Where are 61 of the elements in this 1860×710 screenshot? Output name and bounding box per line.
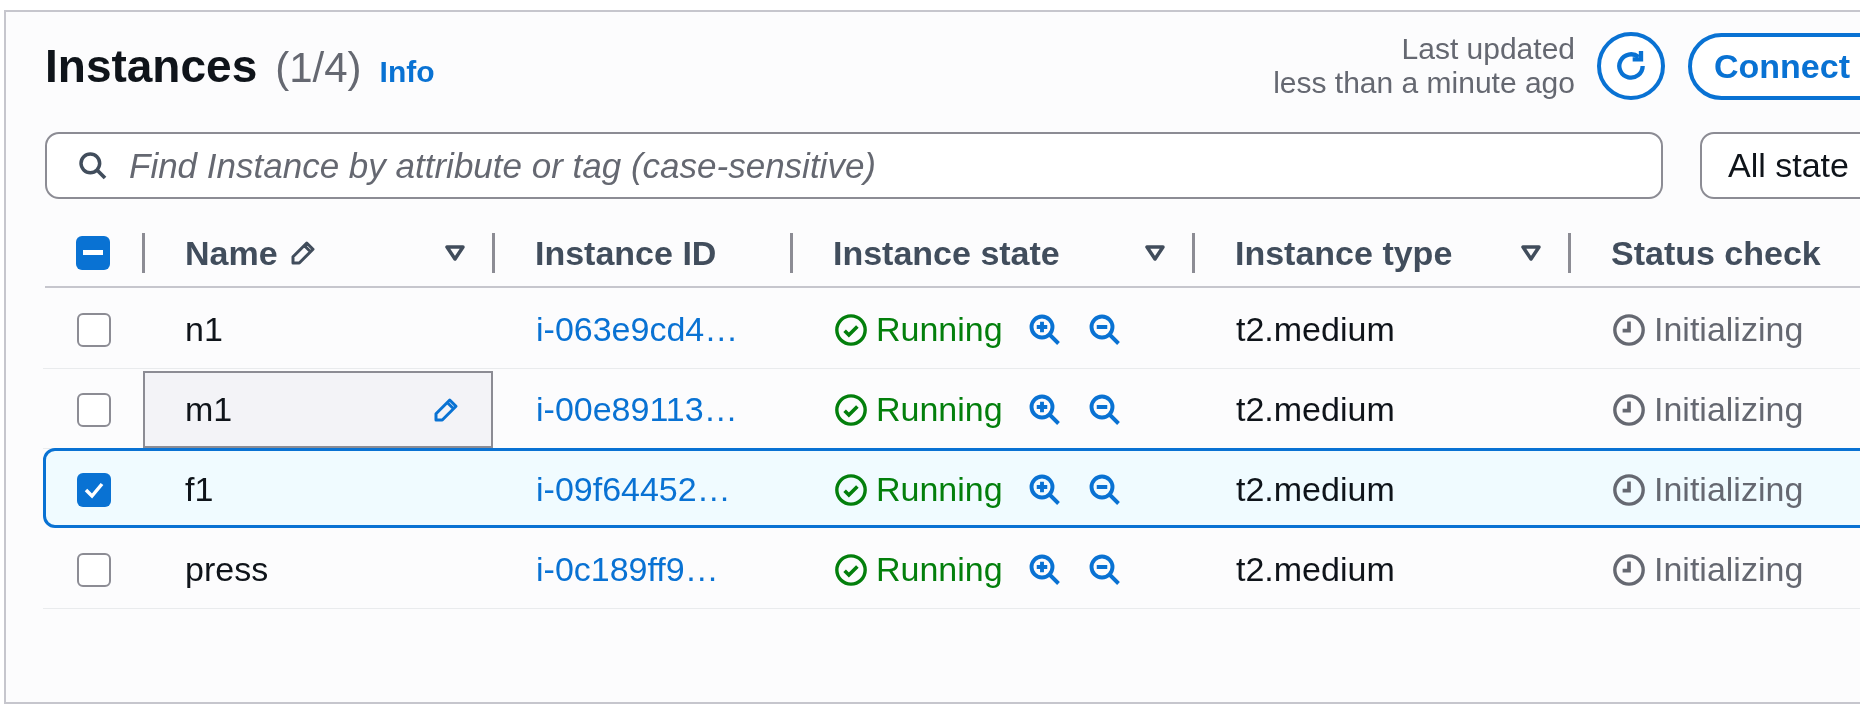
filter-caret-icon[interactable] <box>1144 244 1166 262</box>
column-header[interactable]: Instance type <box>1235 233 1453 273</box>
table-row[interactable]: press i-0c189ff9… Running t2.medium Initializing <box>43 528 1860 608</box>
page-title: Instances <box>45 39 258 93</box>
minus-icon <box>83 250 103 256</box>
checkmark-icon <box>83 480 105 499</box>
instance-count: (1/4) <box>275 44 362 92</box>
column-header[interactable]: Instance ID <box>535 233 717 273</box>
select-all-checkbox[interactable] <box>76 236 110 270</box>
instance-state: Running <box>876 550 1003 589</box>
check-circle-icon <box>834 392 868 427</box>
instance-type: t2.medium <box>1236 310 1395 349</box>
instance-id-link[interactable]: i-0c189ff9… <box>536 550 719 589</box>
column-header[interactable]: Name <box>185 233 278 273</box>
instance-type: t2.medium <box>1236 470 1395 509</box>
row-checkbox[interactable] <box>77 392 111 427</box>
filter-caret-icon[interactable] <box>444 244 466 262</box>
last-updated-text: Last updated <box>1400 32 1575 66</box>
status-check: Initializing <box>1654 550 1804 589</box>
status-check: Initializing <box>1654 390 1804 429</box>
name-cell[interactable]: f1 <box>143 451 493 528</box>
name-cell[interactable]: m1 <box>143 371 493 448</box>
clock-icon <box>1612 472 1646 507</box>
clock-icon <box>1612 552 1646 587</box>
search-input[interactable]: Find Instance by attribute or tag (case-sensitive) <box>127 144 1661 187</box>
table-row[interactable]: f1 i-09f64452… Running t2.medium Initializing <box>43 448 1860 528</box>
clock-icon <box>1612 312 1646 347</box>
row-checkbox[interactable] <box>77 472 111 507</box>
last-updated-text: less than a minute ago <box>1273 66 1575 100</box>
check-circle-icon <box>834 472 868 507</box>
row-checkbox[interactable] <box>77 312 111 347</box>
instance-type: t2.medium <box>1236 390 1395 429</box>
instance-name: press <box>185 550 269 589</box>
clock-icon <box>1612 392 1646 427</box>
instance-state: Running <box>876 390 1003 429</box>
instance-id-link[interactable]: i-00e89113… <box>536 390 738 429</box>
instance-id-link[interactable]: i-09f64452… <box>536 470 731 509</box>
instance-state: Running <box>876 470 1003 509</box>
info-link[interactable]: Info <box>379 55 435 89</box>
instance-name: m1 <box>185 390 233 429</box>
name-cell[interactable]: n1 <box>143 291 493 368</box>
check-circle-icon <box>834 312 868 347</box>
row-checkbox[interactable] <box>77 552 111 587</box>
check-circle-icon <box>834 552 868 587</box>
instance-type: t2.medium <box>1236 550 1395 589</box>
column-header[interactable]: Instance state <box>833 233 1060 273</box>
search-field[interactable]: Find Instance by attribute or tag (case-sensitive) <box>45 132 1663 199</box>
column-header[interactable]: Status check <box>1611 233 1821 273</box>
instance-id-link[interactable]: i-063e9cd4… <box>536 310 739 349</box>
instance-name: n1 <box>185 310 223 349</box>
name-cell[interactable]: press <box>143 531 493 608</box>
instance-name: f1 <box>185 470 214 509</box>
state-filter-select[interactable]: All state <box>1700 132 1860 199</box>
search-icon <box>77 149 109 182</box>
table-row[interactable]: n1 i-063e9cd4… Running t2.medium Initializing <box>43 288 1860 368</box>
table-row[interactable]: m1 i-00e89113… Running t2.medium Initializing <box>43 368 1860 448</box>
filter-caret-icon[interactable] <box>1520 244 1542 262</box>
connect-button[interactable]: Connect <box>1688 32 1860 100</box>
status-check: Initializing <box>1654 310 1804 349</box>
instance-state: Running <box>876 310 1003 349</box>
status-check: Initializing <box>1654 470 1804 509</box>
